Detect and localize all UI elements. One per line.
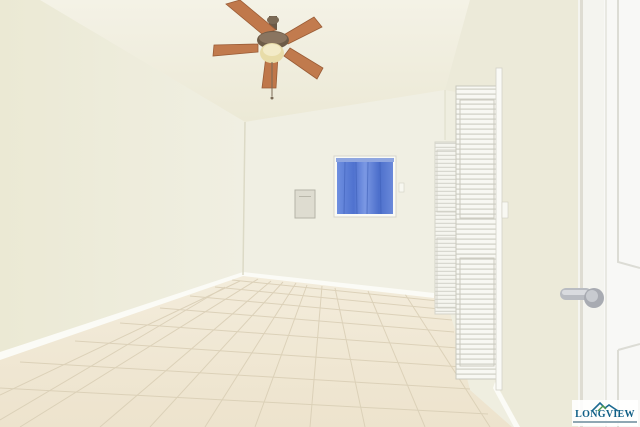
door-panel [604, 0, 640, 427]
wall-switch-right [501, 201, 509, 219]
watermark-underline [573, 421, 637, 423]
closet-door-frame [495, 67, 503, 391]
brand-watermark: LONGVIEW [572, 400, 638, 426]
closet-door-back-panel [434, 141, 459, 315]
closet-door-front-panel [455, 85, 498, 380]
watermark-brand-text: LONGVIEW [575, 409, 635, 420]
window-curtain [337, 159, 393, 214]
curtain-rod [336, 158, 394, 162]
light-switch [398, 182, 405, 193]
empty-bedroom-photo: LONGVIEW [0, 0, 640, 427]
electrical-panel [294, 189, 316, 219]
room-illustration [0, 0, 640, 427]
